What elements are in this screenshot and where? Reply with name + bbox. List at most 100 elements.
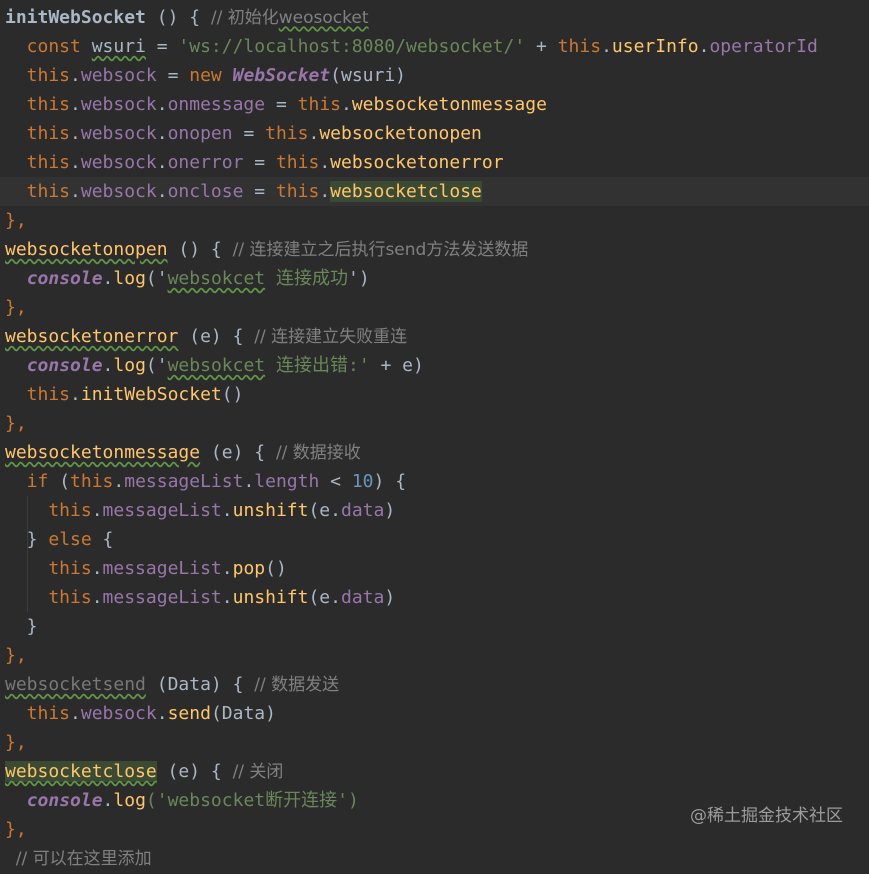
code-token: (e) { <box>178 326 255 347</box>
code-line[interactable]: if (this.messageList.length < 10) { <box>0 467 869 496</box>
code-token: }, <box>5 645 27 666</box>
code-token: { <box>91 529 114 550</box>
code-line[interactable]: websocketonmessage (e) { // 数据接收 <box>0 438 869 467</box>
code-line[interactable]: }, <box>0 293 869 322</box>
code-text: websocketonerror (e) { // 连接建立失败重连 <box>5 322 407 352</box>
code-token: websock <box>80 181 157 202</box>
code-token: 连接出错:' <box>265 355 370 376</box>
code-editor[interactable]: initWebSocket () { // 初始化weosocket const… <box>0 0 869 869</box>
code-token: const <box>5 36 92 57</box>
code-token: . <box>221 558 233 579</box>
code-token: this <box>5 500 92 521</box>
code-line[interactable]: this.websock.onclose = this.websocketclo… <box>0 177 869 206</box>
code-token: = <box>265 94 298 115</box>
code-token: new <box>189 65 233 86</box>
code-token: this <box>5 152 71 173</box>
code-token: this <box>5 558 92 579</box>
code-token: . <box>91 587 103 608</box>
code-token: unshift <box>232 587 309 608</box>
code-token: this <box>297 94 341 115</box>
code-token: data <box>340 587 385 608</box>
code-token: } <box>5 616 38 637</box>
code-line[interactable]: console.log('websokcet 连接出错:' + e) <box>0 351 869 380</box>
code-token: // 连接建立之后执行send方法发送数据 <box>232 240 529 260</box>
code-text: }, <box>5 206 27 235</box>
code-line[interactable]: console.log('websokcet 连接成功') <box>0 264 869 293</box>
code-line[interactable]: this.messageList.unshift(e.data) <box>0 583 869 612</box>
code-text: this.websock = new WebSocket(wsuri) <box>5 61 406 90</box>
code-token: console <box>26 355 103 376</box>
code-line[interactable]: }, <box>0 409 869 438</box>
code-line[interactable]: websocketonerror (e) { // 连接建立失败重连 <box>0 322 869 351</box>
code-token: WebSocket <box>232 65 331 86</box>
code-line[interactable]: websocketsend (Data) { // 数据发送 <box>0 670 869 699</box>
code-token: . <box>102 268 114 289</box>
code-text: this.websock.onclose = this.websocketclo… <box>5 177 482 206</box>
code-text: this.websock.send(Data) <box>5 699 276 728</box>
code-line[interactable]: this.websock = new WebSocket(wsuri) <box>0 61 869 90</box>
code-token: websocketonopen <box>319 123 482 144</box>
code-line[interactable]: }, <box>0 641 869 670</box>
code-line[interactable]: } <box>0 612 869 641</box>
code-text: }, <box>5 293 27 322</box>
code-token: = <box>156 65 190 86</box>
code-token: (e. <box>308 587 341 608</box>
code-token: // 可以在这里添加 <box>5 849 152 869</box>
code-token: websocketclose <box>330 181 482 202</box>
code-token: operatorId <box>709 36 818 57</box>
code-token: // 连接建立失败重连 <box>254 327 408 347</box>
code-line[interactable]: this.websock.onmessage = this.websocketo… <box>0 90 869 119</box>
code-token: = <box>145 36 179 57</box>
code-token: (Data) <box>210 703 276 724</box>
code-token: this <box>70 471 114 492</box>
code-token: ) { <box>373 471 407 492</box>
code-line[interactable]: this.websock.onerror = this.websocketone… <box>0 148 869 177</box>
code-text: const wsuri = 'ws://localhost:8080/webso… <box>5 32 818 61</box>
code-token: // 数据发送 <box>254 675 340 695</box>
code-line[interactable]: } else { <box>0 525 869 554</box>
code-line[interactable]: this.websock.onopen = this.websocketonop… <box>0 119 869 148</box>
code-line[interactable]: // 可以在这里添加 <box>0 844 869 873</box>
code-token: (e) { <box>200 442 276 463</box>
code-text: console.log('websokcet 连接成功') <box>5 264 370 293</box>
code-text: } else { <box>5 525 114 554</box>
code-token: onclose <box>167 181 244 202</box>
code-line[interactable]: initWebSocket () { // 初始化weosocket <box>0 3 869 32</box>
code-token: . <box>102 790 114 811</box>
code-token: websock <box>80 152 157 173</box>
code-line[interactable]: this.websock.send(Data) <box>0 699 869 728</box>
code-line[interactable]: this.initWebSocket() <box>0 380 869 409</box>
code-token: websock <box>80 65 157 86</box>
code-text: initWebSocket () { // 初始化weosocket <box>5 3 369 33</box>
code-token: 连接成功 <box>265 268 348 289</box>
code-line[interactable]: this.messageList.unshift(e.data) <box>0 496 869 525</box>
code-token: unshift <box>232 500 309 521</box>
code-token: () <box>265 558 287 579</box>
code-line[interactable]: }, <box>0 206 869 235</box>
code-text: this.messageList.pop() <box>5 554 287 583</box>
code-line[interactable]: websocketclose (e) { // 关闭 <box>0 757 869 786</box>
code-token: this <box>5 587 92 608</box>
code-token: . <box>698 36 710 57</box>
code-token: . <box>91 558 103 579</box>
code-line[interactable]: }, <box>0 728 869 757</box>
code-token: (Data) { <box>145 674 255 695</box>
code-token: = <box>243 152 276 173</box>
code-text: if (this.messageList.length < 10) { <box>5 467 406 496</box>
code-token: this <box>275 152 320 173</box>
code-line[interactable]: this.messageList.pop() <box>0 554 869 583</box>
code-token: websokcet <box>167 355 266 376</box>
code-token: . <box>70 123 81 144</box>
code-line[interactable]: websocketonopen () { // 连接建立之后执行send方法发送… <box>0 235 869 264</box>
code-token: log <box>113 355 146 376</box>
code-text: // 可以在这里添加 <box>5 844 152 874</box>
code-token: weosocket <box>278 8 369 28</box>
code-token: = <box>243 181 276 202</box>
code-text: websocketonopen () { // 连接建立之后执行send方法发送… <box>5 235 528 265</box>
code-token: initWebSocket <box>5 7 146 28</box>
code-line[interactable]: const wsuri = 'ws://localhost:8080/webso… <box>0 32 869 61</box>
code-token: . <box>70 181 81 202</box>
code-text: console.log('websokcet 连接出错:' + e) <box>5 351 424 380</box>
code-token: . <box>221 587 233 608</box>
code-text: this.websock.onmessage = this.websocketo… <box>5 90 547 119</box>
